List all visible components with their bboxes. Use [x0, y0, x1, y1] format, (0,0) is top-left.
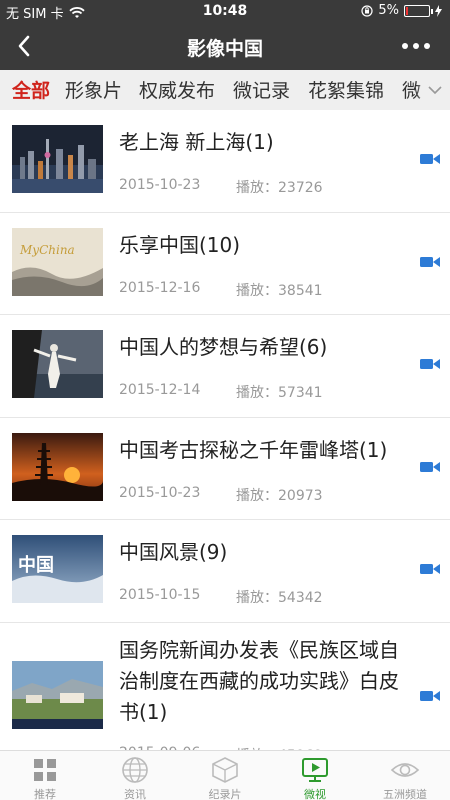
page-title: 影像中国 — [186, 38, 263, 60]
item-title: 中国人的梦想与希望(6) — [119, 335, 328, 359]
eye-icon — [390, 763, 420, 777]
video-camera-icon — [420, 257, 440, 267]
item-date: 2015-12-14 — [119, 382, 201, 398]
tab-highlights[interactable]: 花絮集锦 — [308, 76, 384, 103]
category-tabs: 全部 形象片 权威发布 微记录 花絮集锦 微 — [0, 70, 450, 110]
item-date: 2015-10-23 — [119, 485, 201, 501]
nav-bar: 影像中国 — [0, 22, 450, 70]
tabbar-label: 纪录片 — [208, 788, 242, 800]
thumbnail: 中国 — [12, 535, 103, 603]
list-item[interactable]: 国务院新闻办发表《民族区域自治制度在西藏的成功实践》白皮书(1) 2015-09… — [0, 623, 450, 750]
thumbnail — [12, 661, 103, 729]
battery-percent: 5% — [378, 3, 399, 18]
bottom-tab-bar: 推荐 资讯 纪录片 微视 五洲频道 — [0, 750, 450, 800]
tabbar-item-wuzhou-channel[interactable]: 五洲频道 — [360, 751, 450, 800]
item-title: 国务院新闻办发表《民族区域自治制度在西藏的成功实践》白皮书(1) — [119, 638, 399, 724]
tabbar-label: 推荐 — [34, 788, 56, 800]
status-bar: 无 SIM 卡 10:48 5% — [0, 0, 450, 22]
charging-icon — [435, 4, 442, 17]
tabbar-item-micro-video[interactable]: 微视 — [270, 751, 360, 800]
grid-icon — [34, 759, 56, 781]
tabbar-label: 五洲频道 — [383, 788, 427, 800]
video-camera-icon — [420, 462, 440, 472]
tv-play-icon — [302, 758, 328, 782]
more-button[interactable] — [396, 32, 436, 60]
battery-level — [406, 6, 408, 15]
tabbar-label: 资讯 — [124, 788, 146, 800]
thumbnail — [12, 330, 103, 398]
list-item[interactable]: MyChina 乐享中国(10) 2015-12-16 播放：38541 — [0, 213, 450, 315]
item-title: 中国风景(9) — [119, 540, 228, 564]
orientation-lock-icon — [361, 4, 373, 17]
list-item[interactable]: 中国人的梦想与希望(6) 2015-12-14 播放：57341 — [0, 315, 450, 418]
thumbnail — [12, 433, 103, 501]
item-date: 2015-12-16 — [119, 280, 201, 296]
tab-official-releases[interactable]: 权威发布 — [139, 76, 215, 103]
thumbnail — [12, 125, 103, 193]
list-item[interactable]: 老上海 新上海(1) 2015-10-23 播放：23726 — [0, 110, 450, 213]
tabbar-item-recommend[interactable]: 推荐 — [0, 751, 90, 800]
battery-icon — [404, 4, 433, 17]
chevron-down-icon[interactable] — [426, 81, 444, 99]
tab-micro-docs[interactable]: 微记录 — [233, 76, 290, 103]
list-item[interactable]: 中国 中国风景(9) 2015-10-15 播放：54342 — [0, 520, 450, 623]
tabbar-item-documentary[interactable]: 纪录片 — [180, 751, 270, 800]
status-right: 5% — [361, 3, 442, 18]
list-item[interactable]: 中国考古探秘之千年雷峰塔(1) 2015-10-23 播放：20973 — [0, 418, 450, 520]
item-date: 2015-10-15 — [119, 587, 201, 603]
video-camera-icon — [420, 154, 440, 164]
item-plays: 播放：20973 — [236, 488, 323, 504]
item-plays: 播放：23726 — [236, 180, 323, 196]
item-plays: 播放：54342 — [236, 590, 323, 606]
svg-text:MyChina: MyChina — [19, 243, 75, 257]
item-plays: 播放：38541 — [236, 283, 323, 299]
item-title: 老上海 新上海(1) — [119, 130, 274, 154]
thumbnail: MyChina — [12, 228, 103, 296]
more-dots-icon — [402, 43, 408, 49]
video-camera-icon — [420, 564, 440, 574]
item-date: 2015-10-23 — [119, 177, 201, 193]
tab-all[interactable]: 全部 — [12, 76, 50, 103]
item-title: 乐享中国(10) — [119, 233, 241, 257]
video-camera-icon — [420, 691, 440, 701]
item-plays: 播放：57341 — [236, 385, 323, 401]
globe-icon — [122, 757, 148, 783]
video-camera-icon — [420, 359, 440, 369]
cube-icon — [212, 757, 238, 783]
tabbar-label: 微视 — [304, 788, 326, 800]
item-title: 中国考古探秘之千年雷峰塔(1) — [119, 438, 388, 462]
tab-promo-films[interactable]: 形象片 — [65, 76, 122, 103]
tabbar-item-news[interactable]: 资讯 — [90, 751, 180, 800]
video-list: 老上海 新上海(1) 2015-10-23 播放：23726 MyChina 乐… — [0, 110, 450, 750]
svg-text:中国: 中国 — [18, 554, 54, 576]
